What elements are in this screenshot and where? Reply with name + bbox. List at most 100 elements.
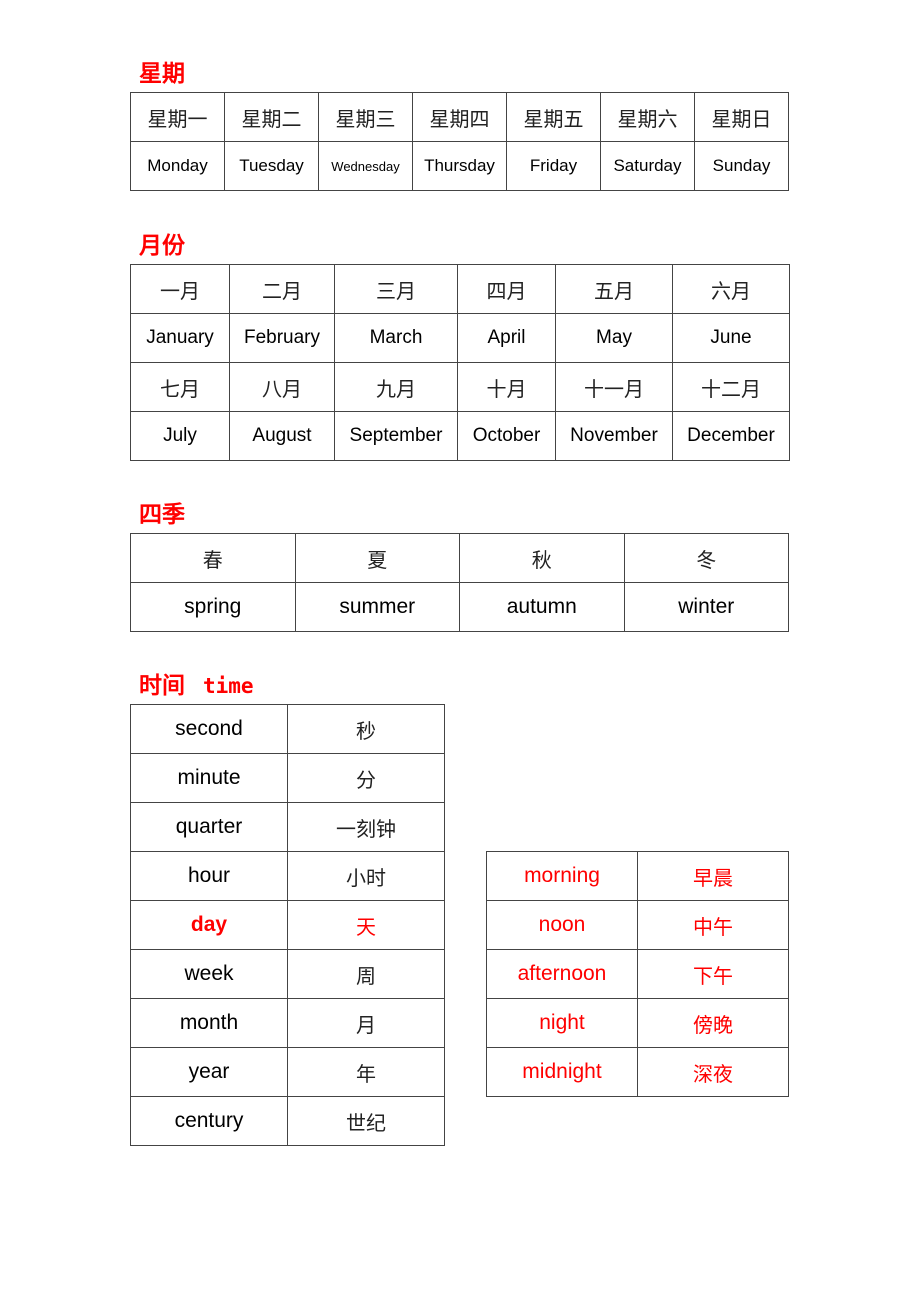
table-cell: December [672,411,790,461]
table-cell: day [130,900,288,950]
table-cell: 夏 [294,533,460,583]
table-cell: 四月 [457,264,556,314]
table-cell: spring [130,582,296,632]
table-cell: 早晨 [637,851,789,901]
table-row: January February March April May June [130,313,790,363]
table-cell: 星期二 [224,92,319,142]
table-cell: February [229,313,335,363]
weekdays-table: 星期一 星期二 星期三 星期四 星期五 星期六 星期日 Monday Tuesd… [130,92,789,191]
table-cell: November [555,411,673,461]
table-cell: April [457,313,556,363]
table-cell: morning [486,851,638,901]
table-row: minute 分 [130,753,445,803]
months-table: 一月 二月 三月 四月 五月 六月 January February March… [130,264,790,461]
time-heading-zh: 时间 [139,673,185,699]
table-cell: 月 [287,998,445,1048]
seasons-table: 春 夏 秋 冬 spring summer autumn winter [130,533,789,632]
table-cell: night [486,998,638,1048]
table-cell: 五月 [555,264,673,314]
table-cell: 九月 [334,362,458,412]
table-cell: 六月 [672,264,790,314]
table-row: morning 早晨 [486,851,789,901]
table-cell: June [672,313,790,363]
table-row: midnight 深夜 [486,1047,789,1097]
table-cell: minute [130,753,288,803]
table-cell: 一月 [130,264,230,314]
table-row: 七月 八月 九月 十月 十一月 十二月 [130,362,790,412]
time-heading: 时间 time [139,666,254,700]
table-cell: Saturday [600,141,695,191]
table-cell: 冬 [623,533,789,583]
table-cell: afternoon [486,949,638,999]
table-cell: 星期一 [130,92,225,142]
table-cell: 周 [287,949,445,999]
table-row: July August September October November D… [130,411,790,461]
table-cell: 星期三 [318,92,413,142]
table-row: night 傍晚 [486,998,789,1048]
table-cell: May [555,313,673,363]
table-cell: 小时 [287,851,445,901]
table-cell: January [130,313,230,363]
table-cell: Friday [506,141,601,191]
table-row: year 年 [130,1047,445,1097]
table-cell: 三月 [334,264,458,314]
table-cell: midnight [486,1047,638,1097]
table-cell: 星期日 [694,92,789,142]
table-row: noon 中午 [486,900,789,950]
table-cell: September [334,411,458,461]
table-row: week 周 [130,949,445,999]
table-cell: Sunday [694,141,789,191]
table-cell: July [130,411,230,461]
table-cell: century [130,1096,288,1146]
time-units-table: second 秒 minute 分 quarter 一刻钟 hour 小时 day 天 w… [130,704,445,1146]
table-cell: August [229,411,335,461]
table-cell: 深夜 [637,1047,789,1097]
table-row: 星期一 星期二 星期三 星期四 星期五 星期六 星期日 [130,92,789,142]
table-cell: month [130,998,288,1048]
table-row: quarter 一刻钟 [130,802,445,852]
table-cell: 下午 [637,949,789,999]
table-row: 春 夏 秋 冬 [130,533,789,583]
weekdays-heading: 星期 [139,61,185,87]
table-row: Monday Tuesday Wednesday Thursday Friday… [130,141,789,191]
table-cell: 春 [130,533,296,583]
table-cell: Tuesday [224,141,319,191]
table-cell: Thursday [412,141,507,191]
table-cell: 秒 [287,704,445,754]
table-cell: week [130,949,288,999]
table-cell: March [334,313,458,363]
table-cell: 分 [287,753,445,803]
table-cell: 天 [287,900,445,950]
table-cell: year [130,1047,288,1097]
table-row: 一月 二月 三月 四月 五月 六月 [130,264,790,314]
table-cell: 秋 [459,533,625,583]
table-cell: 世纪 [287,1096,445,1146]
table-cell: 十一月 [555,362,673,412]
table-cell: 十二月 [672,362,790,412]
table-cell: 十月 [457,362,556,412]
day-parts-table: morning 早晨 noon 中午 afternoon 下午 night 傍晚 mid… [486,851,789,1097]
table-row: month 月 [130,998,445,1048]
table-cell: October [457,411,556,461]
table-cell: 年 [287,1047,445,1097]
table-cell: Monday [130,141,225,191]
table-cell: second [130,704,288,754]
table-row: day 天 [130,900,445,950]
table-cell: Wednesday [318,141,413,191]
table-cell: summer [294,582,460,632]
table-cell: quarter [130,802,288,852]
table-cell: hour [130,851,288,901]
table-row: hour 小时 [130,851,445,901]
seasons-heading: 四季 [139,502,185,528]
table-cell: winter [623,582,789,632]
table-cell: 星期五 [506,92,601,142]
table-cell: 一刻钟 [287,802,445,852]
table-cell: noon [486,900,638,950]
table-row: century 世纪 [130,1096,445,1146]
table-cell: 七月 [130,362,230,412]
time-heading-en: time [203,674,254,698]
table-cell: 傍晚 [637,998,789,1048]
table-cell: 星期六 [600,92,695,142]
table-row: afternoon 下午 [486,949,789,999]
table-cell: 八月 [229,362,335,412]
